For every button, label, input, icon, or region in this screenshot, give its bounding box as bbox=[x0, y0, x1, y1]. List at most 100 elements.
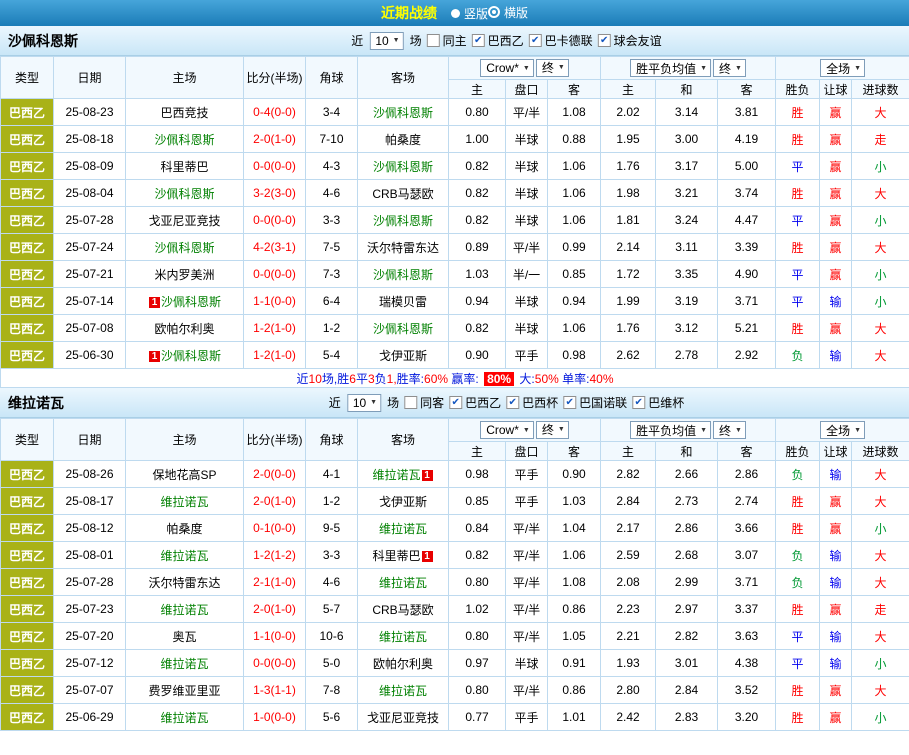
team-link[interactable]: 帕桑度 bbox=[385, 133, 421, 147]
home-team-cell[interactable]: 帕桑度 bbox=[126, 515, 244, 542]
home-team-cell[interactable]: 维拉诺瓦 bbox=[126, 488, 244, 515]
team-link[interactable]: 维拉诺瓦 bbox=[379, 576, 427, 590]
games-count-select[interactable]: 10▼ bbox=[347, 394, 381, 412]
team-link[interactable]: 科里蒂巴 bbox=[160, 160, 208, 174]
home-team-cell[interactable]: 沙佩科恩斯 bbox=[126, 126, 244, 153]
layout-radio-1[interactable]: 横版 bbox=[488, 4, 528, 21]
home-team-cell[interactable]: 维拉诺瓦 bbox=[126, 542, 244, 569]
away-team-cell[interactable]: 维拉诺瓦 bbox=[358, 569, 449, 596]
home-team-cell[interactable]: 奥瓦 bbox=[126, 623, 244, 650]
odds-time-select[interactable]: 终▼ bbox=[536, 421, 569, 439]
team-link[interactable]: 沙佩科恩斯 bbox=[373, 214, 433, 228]
away-team-cell[interactable]: 维拉诺瓦 bbox=[358, 677, 449, 704]
home-team-cell[interactable]: 费罗维亚里亚 bbox=[126, 677, 244, 704]
away-team-cell[interactable]: 科里蒂巴1 bbox=[358, 542, 449, 569]
filter-checkbox-4[interactable]: ✔巴维杯 bbox=[632, 394, 684, 411]
away-team-cell[interactable]: 欧帕尔利奥 bbox=[358, 650, 449, 677]
team-link[interactable]: 巴西竞技 bbox=[160, 106, 208, 120]
away-team-cell[interactable]: 戈亚尼亚竞技 bbox=[358, 704, 449, 731]
team-link[interactable]: 戈伊亚斯 bbox=[379, 349, 427, 363]
away-team-cell[interactable]: CRB马瑟欧 bbox=[358, 180, 449, 207]
away-team-cell[interactable]: 维拉诺瓦1 bbox=[358, 461, 449, 488]
team-link[interactable]: 欧帕尔利奥 bbox=[154, 322, 214, 336]
layout-radio-0[interactable]: 竖版 bbox=[451, 5, 488, 22]
team-link[interactable]: 沙佩科恩斯 bbox=[373, 106, 433, 120]
avg-time-select[interactable]: 终▼ bbox=[713, 59, 746, 77]
team-link[interactable]: 维拉诺瓦 bbox=[160, 603, 208, 617]
home-team-cell[interactable]: 戈亚尼亚竞技 bbox=[126, 207, 244, 234]
team-link[interactable]: 沙佩科恩斯 bbox=[373, 322, 433, 336]
team-link[interactable]: 维拉诺瓦 bbox=[379, 630, 427, 644]
team-link[interactable]: 沙佩科恩斯 bbox=[154, 133, 214, 147]
away-team-cell[interactable]: 戈伊亚斯 bbox=[358, 488, 449, 515]
away-team-cell[interactable]: 维拉诺瓦 bbox=[358, 515, 449, 542]
away-team-cell[interactable]: CRB马瑟欧 bbox=[358, 596, 449, 623]
away-team-cell[interactable]: 沙佩科恩斯 bbox=[358, 261, 449, 288]
home-team-cell[interactable]: 维拉诺瓦 bbox=[126, 650, 244, 677]
home-team-cell[interactable]: 欧帕尔利奥 bbox=[126, 315, 244, 342]
team-link[interactable]: 沙佩科恩斯 bbox=[373, 268, 433, 282]
team-link[interactable]: 戈伊亚斯 bbox=[379, 495, 427, 509]
team-link[interactable]: 费罗维亚里亚 bbox=[148, 684, 220, 698]
away-team-cell[interactable]: 维拉诺瓦 bbox=[358, 623, 449, 650]
home-team-cell[interactable]: 沙佩科恩斯 bbox=[126, 234, 244, 261]
scope-select[interactable]: 全场▼ bbox=[820, 421, 865, 439]
team-link[interactable]: 米内罗美洲 bbox=[154, 268, 214, 282]
home-team-cell[interactable]: 维拉诺瓦 bbox=[126, 596, 244, 623]
away-team-cell[interactable]: 戈伊亚斯 bbox=[358, 342, 449, 369]
team-link[interactable]: 维拉诺瓦 bbox=[379, 684, 427, 698]
home-team-cell[interactable]: 米内罗美洲 bbox=[126, 261, 244, 288]
team-link[interactable]: 沙佩科恩斯 bbox=[154, 187, 214, 201]
team-link[interactable]: 维拉诺瓦 bbox=[160, 657, 208, 671]
away-team-cell[interactable]: 沙佩科恩斯 bbox=[358, 207, 449, 234]
odds-company-select[interactable]: Crow*▼ bbox=[480, 421, 534, 439]
team-link[interactable]: 维拉诺瓦 bbox=[160, 549, 208, 563]
team-link[interactable]: 帕桑度 bbox=[166, 522, 202, 536]
team-link[interactable]: 沙佩科恩斯 bbox=[161, 295, 221, 309]
team-link[interactable]: 戈亚尼亚竞技 bbox=[148, 214, 220, 228]
team-link[interactable]: CRB马瑟欧 bbox=[372, 603, 433, 617]
home-team-cell[interactable]: 沙佩科恩斯 bbox=[126, 180, 244, 207]
team-link[interactable]: 欧帕尔利奥 bbox=[373, 657, 433, 671]
team-link[interactable]: 沙佩科恩斯 bbox=[373, 160, 433, 174]
home-team-cell[interactable]: 沃尔特雷东达 bbox=[126, 569, 244, 596]
home-team-cell[interactable]: 科里蒂巴 bbox=[126, 153, 244, 180]
team-link[interactable]: 沙佩科恩斯 bbox=[161, 349, 221, 363]
team-link[interactable]: 维拉诺瓦 bbox=[372, 468, 420, 482]
away-team-cell[interactable]: 沙佩科恩斯 bbox=[358, 99, 449, 126]
team-link[interactable]: 维拉诺瓦 bbox=[160, 495, 208, 509]
team-link[interactable]: 维拉诺瓦 bbox=[379, 522, 427, 536]
filter-checkbox-3[interactable]: ✔巴国诺联 bbox=[563, 394, 627, 411]
home-team-cell[interactable]: 1沙佩科恩斯 bbox=[126, 342, 244, 369]
avg-type-select[interactable]: 胜平负均值▼ bbox=[630, 421, 711, 439]
team-link[interactable]: 沃尔特雷东达 bbox=[367, 241, 439, 255]
team-link[interactable]: 沃尔特雷东达 bbox=[148, 576, 220, 590]
away-team-cell[interactable]: 沙佩科恩斯 bbox=[358, 315, 449, 342]
away-team-cell[interactable]: 瑞模贝雷 bbox=[358, 288, 449, 315]
filter-checkbox-2[interactable]: ✔巴西杯 bbox=[506, 394, 558, 411]
scope-select[interactable]: 全场▼ bbox=[820, 59, 865, 77]
team-link[interactable]: CRB马瑟欧 bbox=[372, 187, 433, 201]
avg-type-select[interactable]: 胜平负均值▼ bbox=[630, 59, 711, 77]
filter-checkbox-2[interactable]: ✔巴卡德联 bbox=[529, 32, 593, 49]
filter-checkbox-3[interactable]: ✔球会友谊 bbox=[598, 32, 662, 49]
filter-checkbox-1[interactable]: ✔巴西乙 bbox=[472, 32, 524, 49]
away-team-cell[interactable]: 沙佩科恩斯 bbox=[358, 153, 449, 180]
filter-checkbox-0[interactable]: 同主 bbox=[427, 32, 467, 49]
team-link[interactable]: 维拉诺瓦 bbox=[160, 711, 208, 725]
games-count-select[interactable]: 10▼ bbox=[369, 32, 403, 50]
home-team-cell[interactable]: 维拉诺瓦 bbox=[126, 704, 244, 731]
team-link[interactable]: 科里蒂巴 bbox=[372, 549, 420, 563]
team-link[interactable]: 戈亚尼亚竞技 bbox=[367, 711, 439, 725]
team-link[interactable]: 沙佩科恩斯 bbox=[154, 241, 214, 255]
team-link[interactable]: 奥瓦 bbox=[172, 630, 196, 644]
filter-checkbox-1[interactable]: ✔巴西乙 bbox=[449, 394, 501, 411]
home-team-cell[interactable]: 巴西竞技 bbox=[126, 99, 244, 126]
team-link[interactable]: 瑞模贝雷 bbox=[379, 295, 427, 309]
away-team-cell[interactable]: 沃尔特雷东达 bbox=[358, 234, 449, 261]
avg-time-select[interactable]: 终▼ bbox=[713, 421, 746, 439]
home-team-cell[interactable]: 1沙佩科恩斯 bbox=[126, 288, 244, 315]
odds-company-select[interactable]: Crow*▼ bbox=[480, 59, 534, 77]
odds-time-select[interactable]: 终▼ bbox=[536, 59, 569, 77]
home-team-cell[interactable]: 保地花高SP bbox=[126, 461, 244, 488]
